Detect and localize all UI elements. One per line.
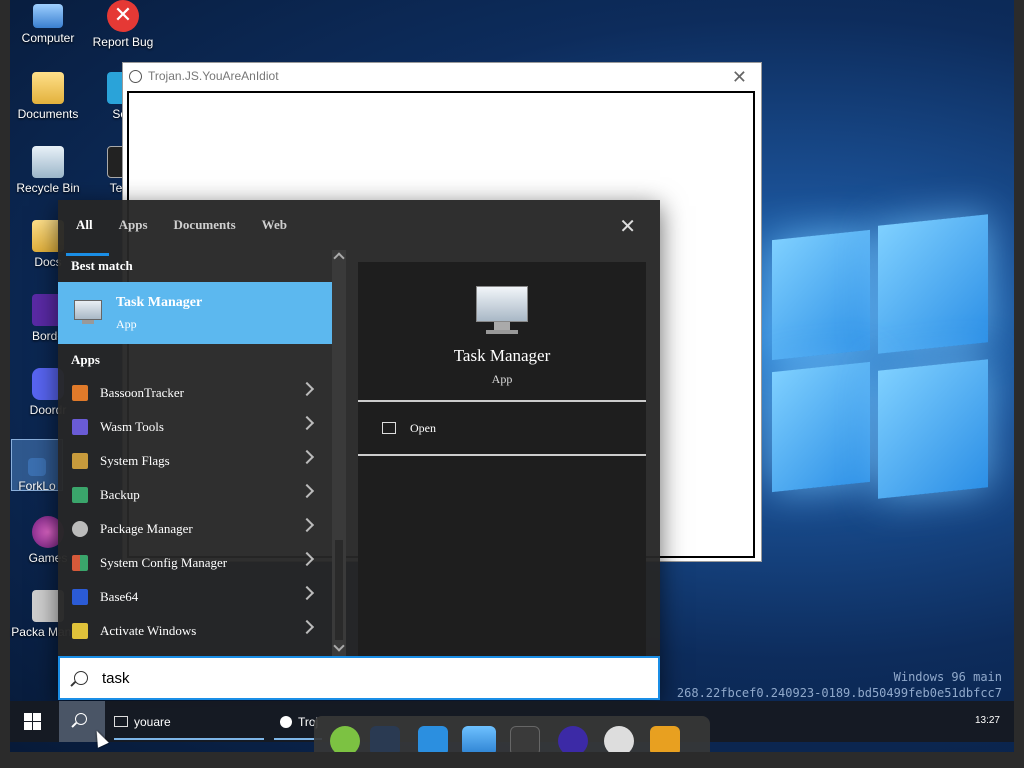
app-item-label: Base64 bbox=[100, 589, 139, 604]
app-item-label: Package Manager bbox=[100, 521, 193, 536]
smiley-icon bbox=[129, 69, 142, 83]
chevron-up-icon[interactable] bbox=[333, 252, 345, 264]
app-item-activate-windows[interactable]: Activate Windows bbox=[58, 614, 332, 648]
report-bug-icon: ✕ bbox=[107, 0, 139, 32]
best-match-header: Best match bbox=[71, 258, 133, 273]
wasm-tools-icon bbox=[72, 419, 88, 435]
documents-icon bbox=[32, 72, 64, 104]
preview-pane: Task Manager App Open bbox=[358, 262, 646, 656]
app-item-backup[interactable]: Backup bbox=[58, 478, 332, 512]
app-item-bassoontracker[interactable]: BassoonTracker bbox=[58, 376, 332, 410]
app-item-label: Backup bbox=[100, 487, 140, 502]
desktop-icon-label: Computer bbox=[21, 31, 75, 45]
clock: 13:27 bbox=[974, 715, 1000, 726]
app-item-base64[interactable]: Base64 bbox=[58, 580, 332, 614]
gear-icon bbox=[72, 521, 88, 537]
app-item-label: Activate Windows bbox=[100, 623, 197, 638]
search-tabs: All Apps Documents Web bbox=[58, 200, 660, 256]
windows-logo-wallpaper bbox=[772, 205, 992, 535]
scrollbar-thumb[interactable] bbox=[335, 540, 343, 640]
desktop-icon-report-bug[interactable]: ✕ Report Bug bbox=[85, 0, 161, 48]
open-external-icon bbox=[382, 422, 396, 434]
desktop-icon-recycle-bin[interactable]: Recycle Bin bbox=[10, 146, 86, 194]
desktop-icon-label: ForkLo bbox=[18, 479, 56, 493]
computer-icon bbox=[33, 4, 63, 28]
chevron-right-icon[interactable] bbox=[299, 415, 315, 431]
activate-windows-icon bbox=[72, 623, 88, 639]
search-results-list: Best match Task Manager App Apps Bassoon… bbox=[58, 250, 332, 656]
screen-frame-bottom bbox=[0, 752, 1024, 768]
best-match-title: Task Manager bbox=[116, 294, 203, 310]
close-icon[interactable]: ✕ bbox=[619, 214, 636, 239]
app-item-system-config-manager[interactable]: System Config Manager bbox=[58, 546, 332, 580]
chevron-down-icon[interactable] bbox=[333, 640, 345, 652]
apps-header: Apps bbox=[71, 352, 100, 367]
best-match-item[interactable]: Task Manager App bbox=[58, 282, 332, 344]
preview-title: Task Manager bbox=[453, 346, 551, 365]
chevron-right-icon[interactable] bbox=[299, 449, 315, 465]
desktop-icon-documents[interactable]: Documents bbox=[10, 72, 86, 120]
chevron-right-icon[interactable] bbox=[299, 517, 315, 533]
bassoontracker-icon bbox=[72, 385, 88, 401]
recycle-bin-icon bbox=[32, 146, 64, 178]
tab-web[interactable]: Web bbox=[262, 211, 287, 239]
smiley-icon bbox=[280, 715, 292, 728]
taskbar-task-youare[interactable]: youare bbox=[114, 701, 264, 742]
build-watermark-line2: 268.22fbcef0.240923-0189.bd50499feb0e51d… bbox=[676, 686, 1002, 700]
terminal-icon bbox=[114, 716, 128, 727]
search-icon bbox=[74, 671, 88, 685]
chevron-right-icon[interactable] bbox=[299, 619, 315, 635]
best-match-subtitle: App bbox=[116, 316, 137, 331]
desktop-icon-label: Report Bug bbox=[92, 35, 154, 49]
app-item-system-flags[interactable]: System Flags bbox=[58, 444, 332, 478]
search-input[interactable] bbox=[102, 669, 602, 687]
forklo-icon bbox=[28, 458, 46, 476]
desktop-icon-label: Recycle Bin bbox=[16, 181, 80, 195]
app-item-label: System Config Manager bbox=[100, 555, 228, 570]
system-flags-icon bbox=[72, 453, 88, 469]
tab-all[interactable]: All bbox=[66, 211, 108, 256]
system-config-manager-icon bbox=[72, 555, 88, 571]
base64-icon bbox=[72, 589, 88, 605]
app-item-wasm-tools[interactable]: Wasm Tools bbox=[58, 410, 332, 444]
search-panel: All Apps Documents Web ✕ Best match Task… bbox=[58, 200, 660, 700]
tab-documents[interactable]: Documents bbox=[174, 211, 236, 239]
results-scrollbar[interactable] bbox=[332, 250, 346, 656]
backup-icon bbox=[72, 487, 88, 503]
chevron-right-icon[interactable] bbox=[299, 551, 315, 567]
preview-type: App bbox=[491, 372, 513, 386]
task-manager-icon bbox=[472, 284, 532, 336]
app-item-label: BassoonTracker bbox=[100, 385, 185, 400]
search-icon bbox=[75, 713, 87, 725]
desktop-icon-label: Documents bbox=[17, 107, 79, 121]
close-icon[interactable]: ✕ bbox=[732, 67, 747, 88]
app-item-package-manager[interactable]: Package Manager bbox=[58, 512, 332, 546]
windows-logo-icon bbox=[24, 713, 32, 721]
task-manager-icon bbox=[72, 298, 106, 328]
open-action[interactable]: Open bbox=[358, 402, 646, 456]
search-box[interactable] bbox=[58, 656, 660, 700]
app-item-label: Wasm Tools bbox=[100, 419, 164, 434]
build-watermark-line1: Windows 96 main bbox=[893, 670, 1002, 684]
screen-frame-right bbox=[1014, 0, 1024, 768]
trojan-window-title: Trojan.JS.YouAreAnIdiot bbox=[148, 69, 279, 83]
desktop-icon-computer[interactable]: Computer bbox=[10, 0, 86, 44]
chevron-right-icon[interactable] bbox=[299, 585, 315, 601]
taskbar-task-label: youare bbox=[134, 714, 171, 729]
chevron-right-icon[interactable] bbox=[299, 483, 315, 499]
tab-apps[interactable]: Apps bbox=[119, 211, 148, 239]
screen-frame-left bbox=[0, 0, 10, 768]
start-button[interactable] bbox=[24, 713, 42, 731]
open-action-label: Open bbox=[410, 420, 436, 435]
chevron-right-icon[interactable] bbox=[299, 381, 315, 397]
app-item-label: System Flags bbox=[100, 453, 170, 468]
screen: Windows 96 main 268.22fbcef0.240923-0189… bbox=[0, 0, 1024, 768]
desktop-icon-forklo[interactable]: ForkLo bbox=[11, 439, 63, 493]
preview-header: Task Manager App bbox=[358, 262, 646, 402]
trojan-window-titlebar[interactable]: Trojan.JS.YouAreAnIdiot ✕ bbox=[123, 63, 761, 89]
